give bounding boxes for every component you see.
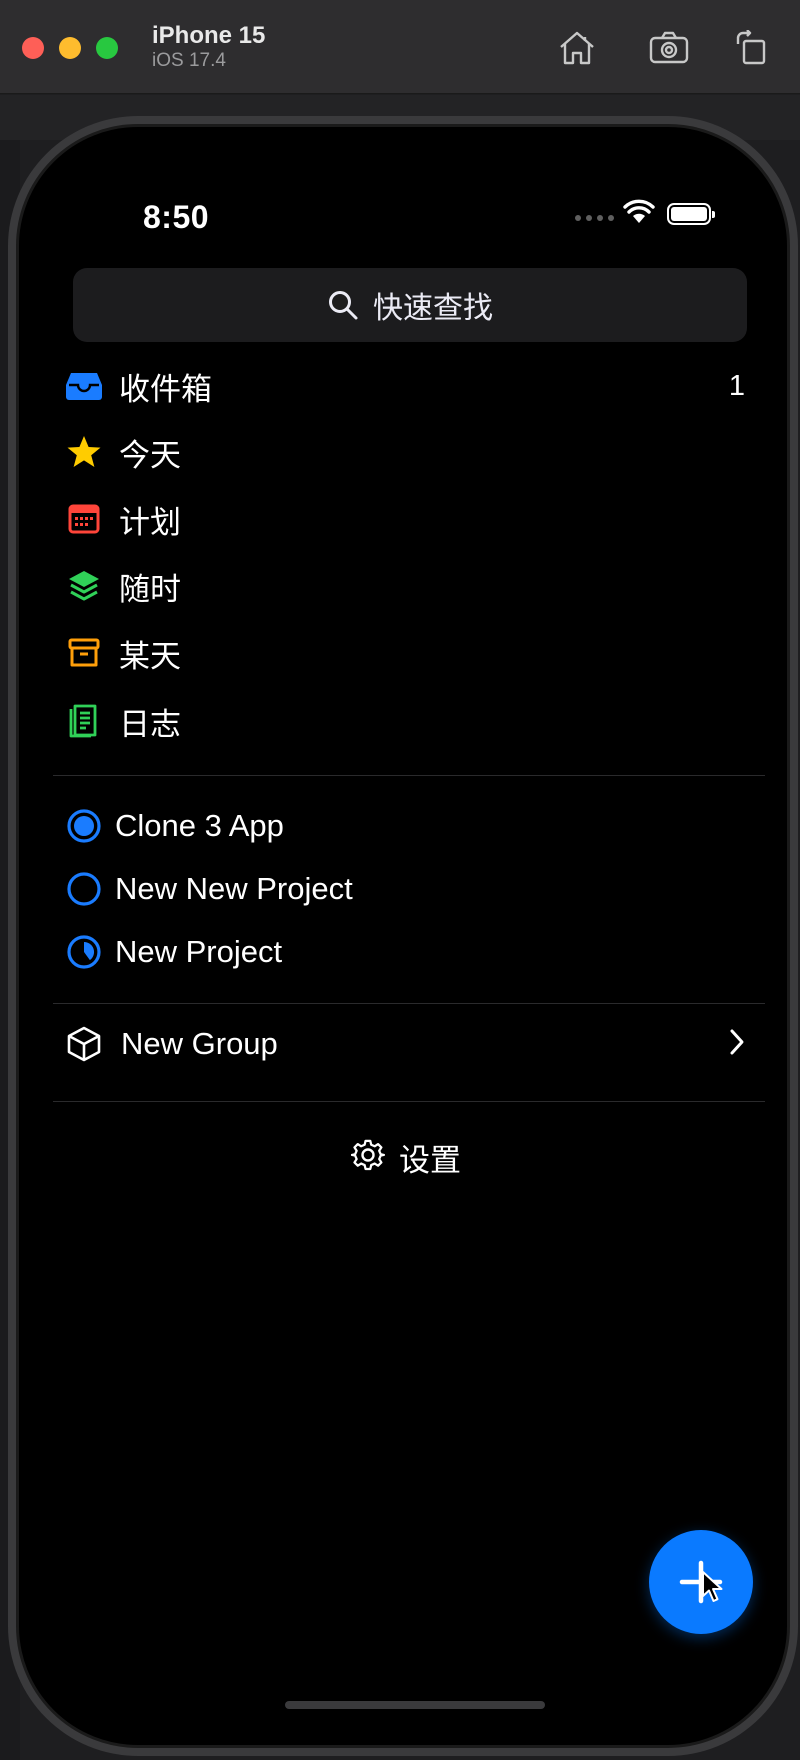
cellular-signal-icon (575, 215, 614, 221)
project-item-clone-3-app[interactable]: Clone 3 App (63, 796, 753, 856)
section-divider (53, 775, 765, 776)
quick-find-search[interactable]: 快速查找 (73, 268, 747, 342)
screenshot-button[interactable] (647, 26, 691, 70)
close-window-button[interactable] (22, 37, 44, 59)
group-label: New Group (121, 1026, 278, 1061)
star-icon (63, 431, 105, 473)
minimize-window-button[interactable] (59, 37, 81, 59)
nav-item-someday[interactable]: 某天 (63, 620, 753, 686)
inbox-count-badge: 1 (728, 369, 745, 402)
status-time: 8:50 (143, 199, 210, 235)
nav-item-logbook[interactable]: 日志 (63, 688, 753, 754)
home-button[interactable] (555, 26, 599, 70)
nav-item-label: 今天 (119, 437, 181, 473)
nav-item-inbox[interactable]: 收件箱 1 (63, 353, 753, 419)
nav-item-upcoming[interactable]: 计划 (63, 486, 753, 552)
layers-icon (63, 565, 105, 607)
logbook-icon (63, 700, 105, 742)
section-divider (53, 1101, 765, 1102)
inbox-icon (63, 365, 105, 407)
nav-item-label: 收件箱 (119, 371, 212, 407)
progress-pie-icon (63, 931, 105, 973)
rotate-button[interactable] (730, 26, 774, 70)
home-icon (560, 31, 594, 65)
simulator-titlebar: iPhone 15 iOS 17.4 (0, 0, 800, 94)
search-icon (329, 291, 358, 320)
project-label: New New Project (115, 871, 353, 906)
search-label: 快速查找 (373, 292, 493, 325)
device-name: iPhone 15 (152, 22, 266, 49)
iphone-frame: 8:50 快速查找 收件箱 1 今天 计划 随时 某天 日志 Clone 3 A… (8, 116, 798, 1756)
group-item-new-group[interactable]: New Group (63, 1009, 753, 1079)
camera-icon (649, 31, 689, 64)
project-label: New Project (115, 934, 283, 969)
project-item-new-new-project[interactable]: New New Project (63, 859, 753, 919)
zoom-window-button[interactable] (96, 37, 118, 59)
progress-pie-icon (63, 868, 105, 910)
wifi-icon (623, 199, 655, 223)
nav-item-anytime[interactable]: 随时 (63, 553, 753, 619)
section-divider (53, 1003, 765, 1004)
nav-item-label: 日志 (119, 706, 181, 742)
nav-item-today[interactable]: 今天 (63, 419, 753, 485)
phone-screen: 8:50 快速查找 收件箱 1 今天 计划 随时 某天 日志 Clone 3 A… (16, 124, 790, 1748)
settings-label: 设置 (399, 1142, 461, 1178)
settings-button[interactable]: 设置 (19, 1127, 787, 1187)
chevron-right-icon (729, 1028, 745, 1061)
cube-icon (63, 1023, 105, 1065)
progress-pie-icon (63, 805, 105, 847)
home-indicator[interactable] (285, 1701, 545, 1709)
gear-icon (350, 1138, 386, 1177)
nav-item-label: 计划 (119, 504, 181, 540)
nav-item-label: 某天 (119, 638, 181, 674)
device-os-version: iOS 17.4 (152, 50, 226, 71)
archive-box-icon (63, 632, 105, 674)
calendar-icon (63, 498, 105, 540)
project-label: Clone 3 App (115, 808, 284, 843)
project-item-new-project[interactable]: New Project (63, 922, 753, 982)
add-item-fab[interactable] (649, 1530, 753, 1634)
nav-item-label: 随时 (119, 571, 181, 607)
battery-icon (667, 203, 715, 225)
mouse-cursor-icon (702, 1571, 723, 1602)
rotate-icon (736, 30, 766, 65)
